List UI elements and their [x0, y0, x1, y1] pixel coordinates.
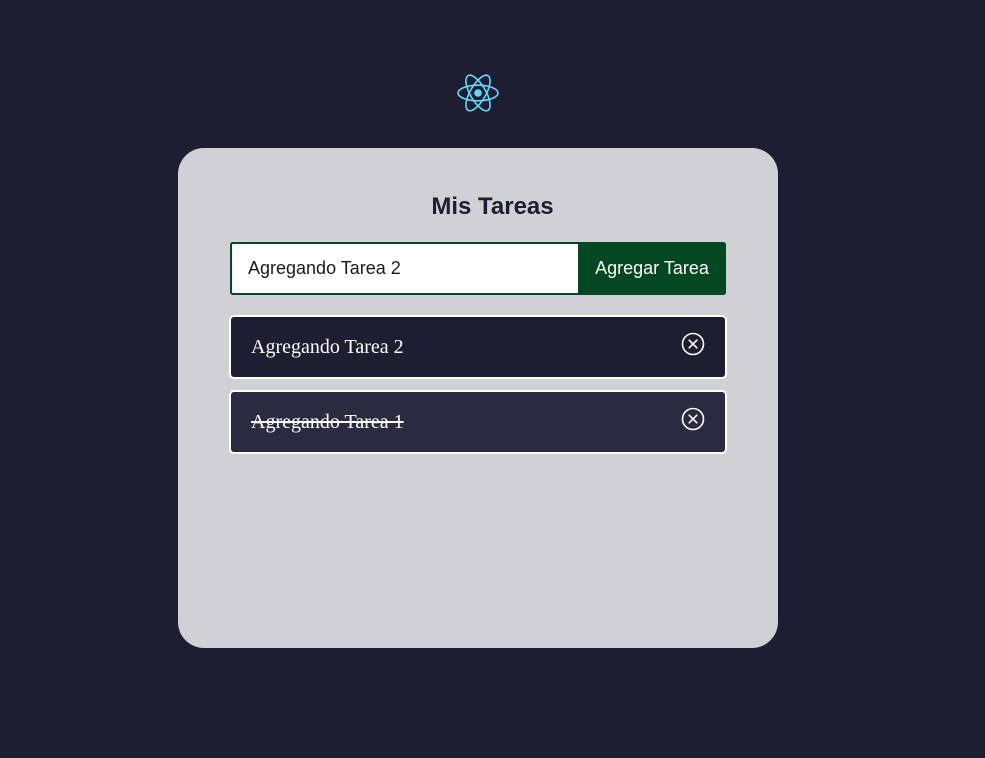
task-text[interactable]: Agregando Tarea 2	[251, 336, 404, 359]
task-text-completed[interactable]: Agregando Tarea 1	[251, 411, 404, 434]
close-circle-icon[interactable]	[681, 332, 705, 356]
close-circle-icon[interactable]	[681, 407, 705, 431]
react-logo-icon	[457, 72, 499, 114]
page-title: Mis Tareas	[431, 193, 554, 220]
add-task-form: Agregar Tarea	[230, 242, 726, 295]
task-item[interactable]: Agregando Tarea 2	[229, 315, 727, 379]
add-task-button[interactable]: Agregar Tarea	[578, 242, 726, 295]
task-input[interactable]	[230, 242, 578, 295]
task-item[interactable]: Agregando Tarea 1	[229, 390, 727, 454]
